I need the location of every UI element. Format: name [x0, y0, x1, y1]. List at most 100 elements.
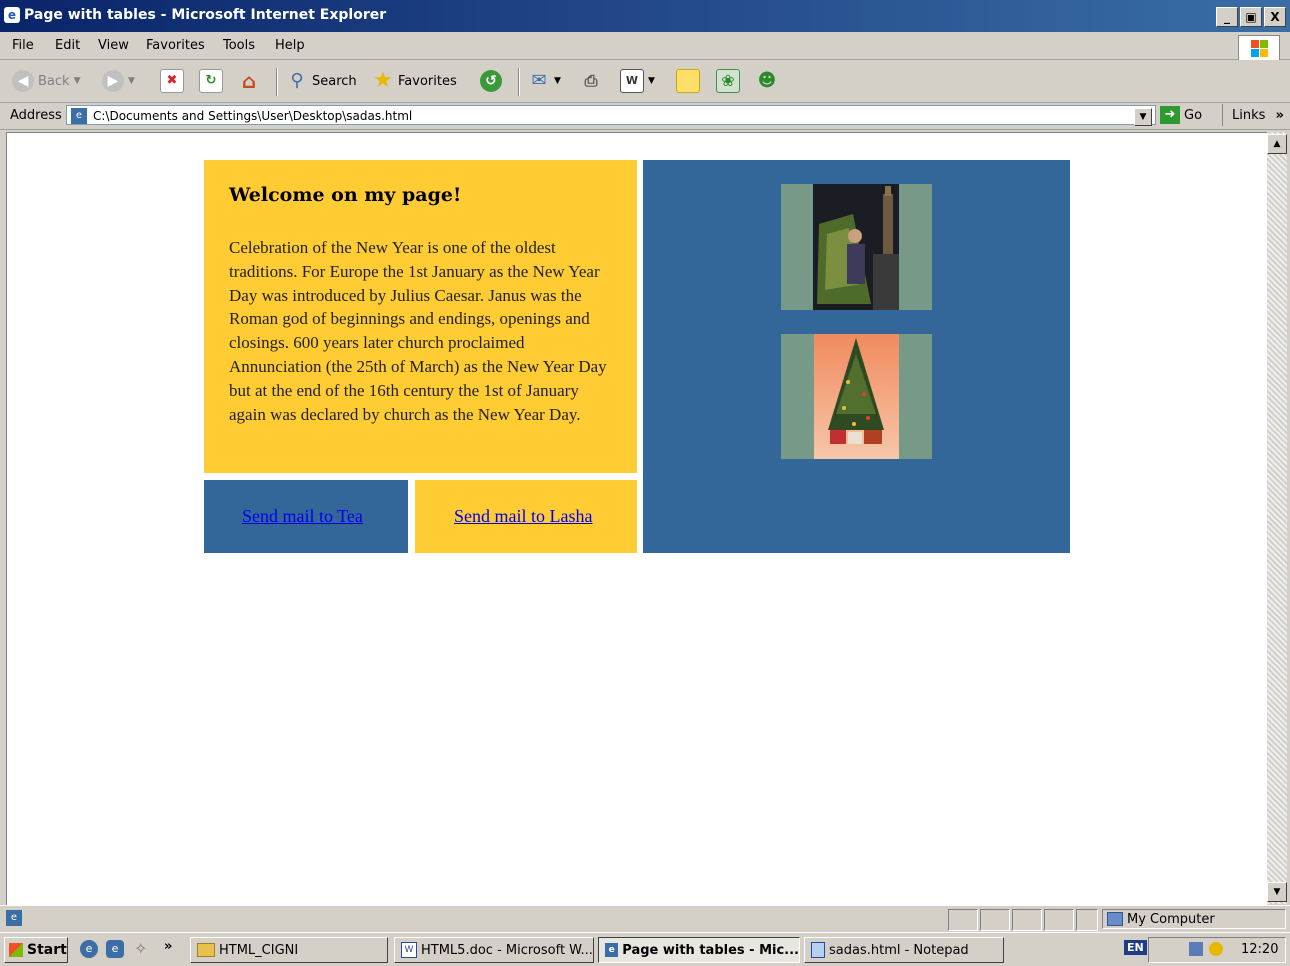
standard-toolbar: ◀ Back ▼ ▶ ▼ ✖ ↻ ⌂ ⚲ Search ★ Favorites …	[0, 60, 1290, 103]
toolbar-separator	[276, 68, 278, 96]
history-icon: ↺	[480, 70, 502, 92]
printer-icon: ⎙	[584, 71, 598, 90]
task-html5-doc[interactable]: W HTML5.doc - Microsoft W...	[394, 937, 594, 963]
links-chevron-icon: »	[1275, 108, 1284, 123]
word-icon: W	[620, 69, 644, 93]
go-arrow-icon: ➜	[1160, 106, 1180, 124]
go-label: Go	[1184, 107, 1203, 123]
search-icon: ⚲	[290, 70, 304, 91]
clock: 12:20	[1241, 942, 1279, 957]
quicklaunch-chevron-icon[interactable]: »	[164, 939, 172, 954]
menu-view[interactable]: View	[98, 38, 129, 53]
address-input[interactable]: e C:\Documents and Settings\User\Desktop…	[66, 105, 1156, 125]
scroll-down-button[interactable]: ▼	[1267, 882, 1287, 902]
mail-dropdown-icon: ▼	[554, 76, 561, 86]
favorites-label: Favorites	[398, 73, 457, 89]
title-bar: e Page with tables - Microsoft Internet …	[0, 0, 1290, 32]
vertical-scrollbar[interactable]: ▲ ▼	[1267, 132, 1287, 904]
note-icon	[676, 69, 700, 93]
favorites-button[interactable]: ★ Favorites	[372, 66, 457, 96]
security-shield-icon[interactable]	[1209, 942, 1223, 956]
menu-file[interactable]: File	[12, 38, 34, 53]
messenger-button[interactable]: ☻	[756, 66, 778, 96]
back-dropdown-icon: ▼	[73, 76, 81, 86]
computer-icon	[1107, 912, 1123, 926]
notepad-icon	[811, 942, 825, 958]
refresh-icon: ↻	[199, 69, 223, 93]
task-label: sadas.html - Notepad	[829, 942, 969, 958]
address-bar: Address e C:\Documents and Settings\User…	[0, 103, 1290, 130]
menu-edit[interactable]: Edit	[55, 38, 80, 53]
history-button[interactable]: ↺	[480, 66, 502, 96]
status-bar: e My Computer	[0, 905, 1290, 932]
photo-frame-1	[781, 184, 932, 310]
print-button[interactable]: ⎙	[580, 66, 602, 96]
search-label: Search	[312, 73, 357, 89]
mail-lasha-link[interactable]: Send mail to Lasha	[454, 506, 592, 527]
edit-button[interactable]: W ▼	[620, 66, 655, 96]
mail-button[interactable]: ✉ ▼	[528, 66, 561, 96]
network-icon[interactable]	[1189, 942, 1203, 956]
ie-icon: e	[4, 7, 20, 23]
forward-arrow-icon: ▶	[102, 70, 124, 92]
minimize-button[interactable]: _	[1216, 7, 1238, 27]
links-separator	[1222, 104, 1223, 126]
address-url: C:\Documents and Settings\User\Desktop\s…	[93, 109, 413, 123]
task-html-cigni[interactable]: HTML_CIGNI	[190, 937, 388, 963]
back-arrow-icon: ◀	[12, 70, 34, 92]
menu-help[interactable]: Help	[275, 38, 305, 53]
security-zone: My Computer	[1102, 909, 1286, 929]
back-label: Back	[38, 73, 70, 89]
menu-tools[interactable]: Tools	[223, 38, 255, 53]
start-button[interactable]: Start	[4, 937, 68, 963]
links-label: Links	[1232, 108, 1266, 123]
ie-quicklaunch-icon[interactable]: e	[106, 940, 124, 958]
notes-button[interactable]	[676, 66, 700, 96]
task-label: Page with tables - Mic...	[622, 942, 799, 958]
star-icon: ★	[373, 68, 393, 93]
mail-tea-link[interactable]: Send mail to Tea	[242, 506, 363, 527]
language-indicator[interactable]: EN	[1124, 940, 1147, 955]
photo-frame-2	[781, 334, 932, 459]
scroll-up-button[interactable]: ▲	[1267, 134, 1287, 154]
home-button[interactable]: ⌂	[238, 66, 260, 96]
quicklaunch-app-icon[interactable]: ✧	[134, 939, 147, 958]
ie-status-icon: e	[6, 910, 22, 926]
toolbar-separator	[518, 68, 520, 96]
ie-icon: e	[605, 943, 619, 957]
stop-icon: ✖	[160, 69, 184, 93]
status-segment	[980, 909, 1010, 931]
back-button[interactable]: ◀ Back ▼	[12, 66, 80, 96]
edit-dropdown-icon: ▼	[648, 76, 655, 86]
system-tray: 12:20	[1148, 937, 1286, 963]
forward-button[interactable]: ▶ ▼	[102, 66, 135, 96]
stop-button[interactable]: ✖	[160, 66, 184, 96]
search-button[interactable]: ⚲ Search	[286, 66, 357, 96]
home-icon: ⌂	[241, 69, 257, 93]
go-button[interactable]: ➜ Go	[1160, 106, 1202, 124]
status-segment	[1012, 909, 1042, 931]
folder-icon	[197, 943, 215, 957]
menu-favorites[interactable]: Favorites	[146, 38, 205, 53]
word-icon: W	[401, 942, 417, 958]
status-segment	[1044, 909, 1074, 931]
page-heading: Welcome on my page!	[229, 184, 462, 206]
flower-icon: ❀	[716, 69, 740, 93]
photo-christmas-tree	[814, 334, 899, 459]
refresh-button[interactable]: ↻	[199, 66, 223, 96]
icq-button[interactable]: ❀	[716, 66, 740, 96]
messenger-icon: ☻	[757, 70, 777, 91]
mail-icon: ✉	[531, 70, 547, 91]
address-dropdown-button[interactable]: ▼	[1134, 108, 1152, 126]
status-segment	[1076, 909, 1098, 931]
status-segment	[948, 909, 978, 931]
close-button[interactable]: X	[1264, 7, 1286, 27]
links-button[interactable]: Links »	[1232, 108, 1284, 123]
photo-man-with-tree	[813, 184, 899, 310]
maximize-button[interactable]: ▣	[1240, 7, 1262, 27]
zone-label: My Computer	[1127, 911, 1215, 927]
ie-quicklaunch-icon[interactable]: e	[80, 940, 98, 958]
task-sadas-notepad[interactable]: sadas.html - Notepad	[804, 937, 1004, 963]
windows-flag-icon	[9, 943, 23, 957]
task-page-with-tables[interactable]: e Page with tables - Mic...	[598, 937, 800, 963]
